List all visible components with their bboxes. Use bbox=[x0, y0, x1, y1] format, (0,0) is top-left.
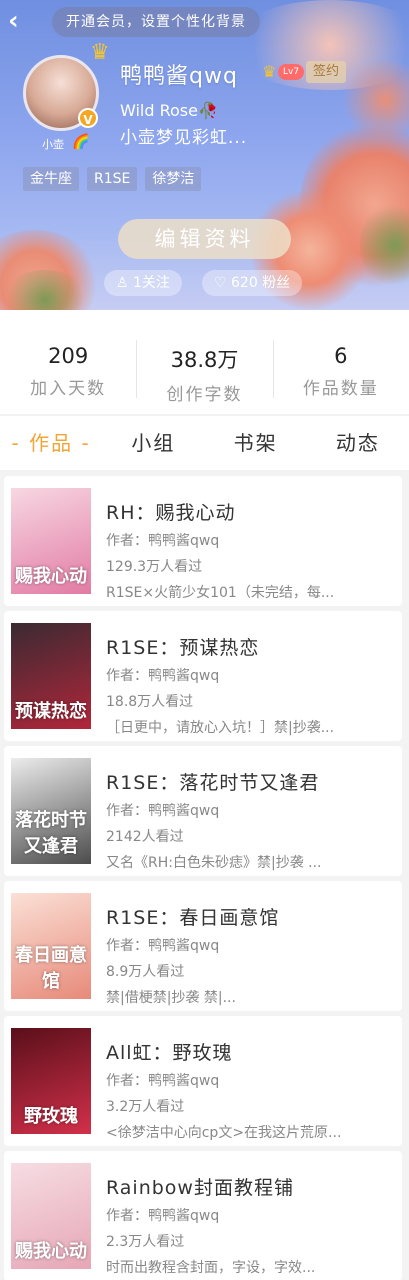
work-card[interactable]: 春日画意馆 R1SE：春日画意馆 作者：鸭鸭酱qwq 8.9万人看过 禁|借梗禁… bbox=[4, 881, 402, 1011]
work-card[interactable]: 落花时节又逢君 R1SE：落花时节又逢君 作者：鸭鸭酱qwq 2142人看过 又… bbox=[4, 746, 402, 876]
book-author: 作者：鸭鸭酱qwq bbox=[106, 803, 220, 819]
book-cover: 野玫瑰 bbox=[11, 1028, 91, 1134]
vip-banner[interactable]: 开通会员，设置个性化背景 bbox=[52, 7, 260, 37]
book-views: 3.2万人看过 bbox=[106, 1099, 185, 1115]
book-views: 129.3万人看过 bbox=[106, 559, 203, 575]
book-author: 作者：鸭鸭酱qwq bbox=[106, 1073, 220, 1089]
book-views: 18.8万人看过 bbox=[106, 694, 194, 710]
book-title: RH：赐我心动 bbox=[106, 502, 236, 524]
book-cover: 赐我心动 bbox=[11, 488, 91, 594]
fans-count: 620 粉丝 bbox=[231, 275, 291, 291]
book-description: ［日更中，请放心入坑！］禁|抄袭... bbox=[106, 720, 335, 736]
book-views: 2142人看过 bbox=[106, 829, 184, 845]
book-title: R1SE：春日画意馆 bbox=[106, 907, 280, 929]
stats-bar: 209 加入天数 38.8万 创作字数 6 作品数量 bbox=[0, 310, 409, 414]
profile-header: ‹ 开通会员，设置个性化背景 ♛ V 小壶 🌈 鸭鸭酱qwq ♛ Lv7 签约 … bbox=[0, 0, 409, 310]
crown-icon: ♛ bbox=[90, 40, 110, 65]
book-title: R1SE：预谋热恋 bbox=[106, 637, 260, 659]
book-title: R1SE：落花时节又逢君 bbox=[106, 772, 320, 794]
work-card[interactable]: 赐我心动 RH：赐我心动 作者：鸭鸭酱qwq 129.3万人看过 R1SE×火箭… bbox=[4, 476, 402, 606]
book-description: 又名《RH:白色朱砂痣》禁|抄袭 ... bbox=[106, 855, 322, 871]
stat-value: 38.8万 bbox=[170, 348, 239, 372]
book-cover: 赐我心动 bbox=[11, 1163, 91, 1269]
cover-title: 预谋热恋 bbox=[15, 701, 87, 722]
cover-title: 春日画意馆 bbox=[15, 945, 87, 992]
tab-bar: - 作品 - 小组 书架 动态 bbox=[0, 416, 409, 470]
sign-badge: 签约 bbox=[306, 61, 347, 83]
heart-icon: ♡ bbox=[214, 275, 227, 291]
book-title: Rainbow封面教程铺 bbox=[106, 1177, 294, 1199]
level-badge: Lv7 bbox=[278, 64, 305, 80]
book-description: <徐梦洁中心向cp文>在我这片荒原... bbox=[106, 1125, 342, 1141]
book-description: 时而出教程含封面，字设，字效... bbox=[106, 1260, 316, 1276]
work-card[interactable]: 赐我心动 Rainbow封面教程铺 作者：鸭鸭酱qwq 2.3万人看过 时而出教… bbox=[4, 1151, 402, 1280]
stat-value: 6 bbox=[334, 344, 348, 368]
signature-line-2: 小壶梦见彩虹... bbox=[120, 128, 248, 148]
stat-days: 209 加入天数 bbox=[0, 310, 136, 414]
cover-title: 落花时节又逢君 bbox=[15, 810, 87, 857]
tab-groups[interactable]: 小组 bbox=[102, 416, 204, 470]
stat-label: 作品数量 bbox=[302, 379, 379, 399]
book-views: 8.9万人看过 bbox=[106, 964, 185, 980]
stat-words: 38.8万 创作字数 bbox=[136, 310, 272, 414]
signature-line-1: Wild Rose🥀 bbox=[120, 101, 218, 120]
book-description: R1SE×火箭少女101（未完结，每... bbox=[106, 585, 335, 601]
work-card[interactable]: 预谋热恋 R1SE：预谋热恋 作者：鸭鸭酱qwq 18.8万人看过 ［日更中，请… bbox=[4, 611, 402, 741]
verified-icon: V bbox=[78, 108, 98, 128]
fans-button[interactable]: ♡ 620 粉丝 bbox=[202, 270, 303, 296]
book-views: 2.3万人看过 bbox=[106, 1234, 185, 1250]
tag-list: 金牛座 R1SE 徐梦洁 bbox=[23, 167, 202, 191]
back-arrow-icon[interactable]: ‹ bbox=[8, 8, 36, 36]
tag-group[interactable]: R1SE bbox=[87, 167, 138, 191]
avatar-caption: 小壶 bbox=[42, 138, 64, 151]
stat-works: 6 作品数量 bbox=[272, 310, 409, 414]
cover-title: 野玫瑰 bbox=[24, 1106, 78, 1127]
book-cover: 春日画意馆 bbox=[11, 893, 91, 999]
rainbow-icon: 🌈 bbox=[72, 134, 90, 150]
following-count: 1关注 bbox=[133, 275, 170, 291]
book-author: 作者：鸭鸭酱qwq bbox=[106, 1208, 220, 1224]
stat-value: 209 bbox=[48, 344, 89, 368]
following-button[interactable]: ♙ 1关注 bbox=[104, 270, 182, 296]
tab-works[interactable]: - 作品 - bbox=[0, 416, 102, 470]
work-card[interactable]: 野玫瑰 All虹：野玫瑰 作者：鸭鸭酱qwq 3.2万人看过 <徐梦洁中心向cp… bbox=[4, 1016, 402, 1146]
tab-bookshelf[interactable]: 书架 bbox=[205, 416, 307, 470]
stat-label: 创作字数 bbox=[166, 385, 243, 405]
tab-activity[interactable]: 动态 bbox=[307, 416, 409, 470]
book-cover: 预谋热恋 bbox=[11, 623, 91, 729]
cover-title: 赐我心动 bbox=[15, 566, 87, 587]
tag-zodiac[interactable]: 金牛座 bbox=[23, 167, 79, 191]
edit-profile-button[interactable]: 编辑资料 bbox=[118, 219, 291, 259]
book-description: 禁|借梗禁|抄袭 禁|... bbox=[106, 990, 236, 1006]
stat-label: 加入天数 bbox=[30, 379, 107, 399]
book-author: 作者：鸭鸭酱qwq bbox=[106, 533, 220, 549]
person-icon: ♙ bbox=[116, 275, 129, 291]
book-author: 作者：鸭鸭酱qwq bbox=[106, 668, 220, 684]
vip-crown-icon: ♛ bbox=[262, 62, 277, 81]
cover-title: 赐我心动 bbox=[15, 1241, 87, 1262]
username: 鸭鸭酱qwq bbox=[120, 64, 238, 89]
book-title: All虹：野玫瑰 bbox=[106, 1042, 233, 1064]
book-author: 作者：鸭鸭酱qwq bbox=[106, 938, 220, 954]
tag-idol[interactable]: 徐梦洁 bbox=[145, 167, 202, 191]
book-cover: 落花时节又逢君 bbox=[11, 758, 91, 864]
